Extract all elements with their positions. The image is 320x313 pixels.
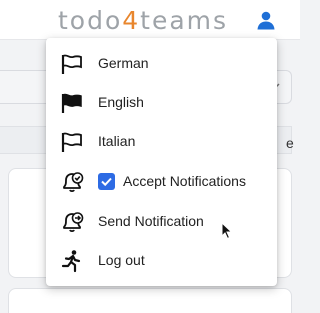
bell-send-icon <box>63 212 84 233</box>
app-logo[interactable]: todo4teams <box>58 6 228 35</box>
checkmark-icon <box>101 177 112 187</box>
top-bar: todo4teams <box>0 0 300 40</box>
menu-item-label: Accept Notifications <box>123 173 246 189</box>
accept-notifications-checkbox[interactable] <box>98 173 115 190</box>
logo-text-teams: teams <box>140 6 229 35</box>
menu-item-label: Italian <box>98 133 136 149</box>
menu-item-italian[interactable]: Italian <box>46 122 277 161</box>
menu-item-accept-notifications[interactable]: Accept Notifications <box>46 162 277 201</box>
logo-text-todo: todo <box>58 6 123 35</box>
flag-outline-icon <box>61 132 82 152</box>
menu-item-send-notification[interactable]: Send Notification <box>46 202 277 241</box>
user-dropdown-menu: German English Italian Accept Notificati… <box>46 38 277 286</box>
bell-check-icon <box>63 172 84 193</box>
background-partial-text: e <box>286 135 294 151</box>
menu-item-german[interactable]: German <box>46 44 277 83</box>
flag-outline-icon <box>61 54 82 74</box>
menu-item-english[interactable]: English <box>46 83 277 122</box>
menu-item-label: Log out <box>98 252 145 268</box>
menu-item-label: Send Notification <box>98 213 204 229</box>
running-person-icon <box>61 250 81 273</box>
background-panel-lower <box>8 288 292 313</box>
flag-filled-icon <box>61 93 82 113</box>
menu-item-log-out[interactable]: Log out <box>46 241 277 280</box>
user-icon[interactable] <box>256 10 276 30</box>
logo-text-accent: 4 <box>122 6 141 35</box>
menu-item-label: English <box>98 94 144 110</box>
menu-item-label: German <box>98 55 149 71</box>
